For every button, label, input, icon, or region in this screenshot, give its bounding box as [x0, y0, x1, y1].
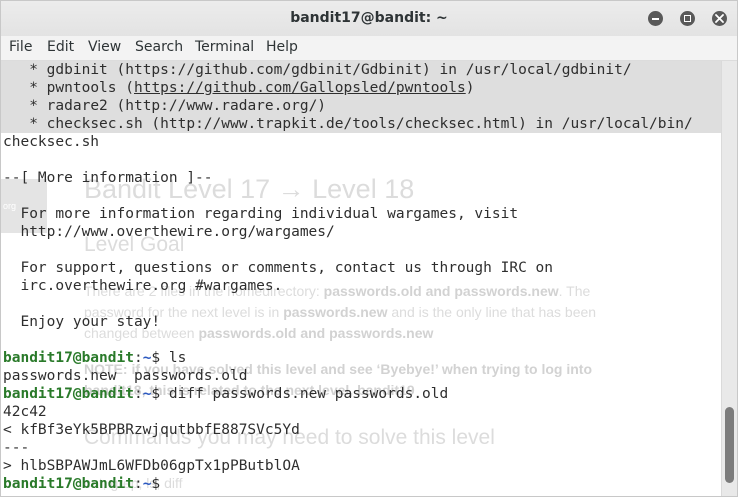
- list-item: * checksec.sh (http://www.trapkit.de/too…: [1, 115, 721, 133]
- list-item: * pwntools (https://github.com/Gallopsle…: [1, 79, 721, 97]
- menu-file[interactable]: File: [9, 36, 32, 58]
- ls-output: passwords.new passwords.old: [3, 368, 248, 384]
- prompt-line[interactable]: bandit17@bandit:~$: [3, 475, 721, 493]
- support-line: For support, questions or comments, cont…: [20, 260, 553, 276]
- terminal-area[interactable]: org Bandit Level 17 → Level 18 Level Goa…: [1, 61, 721, 496]
- more-info-header: --[ More information ]--: [3, 170, 213, 186]
- diff-removed: < kfBf3eYk5BPBRzwjqutbbfE887SVc5Yd: [3, 422, 300, 438]
- terminal-output: * gdbinit (https://github.com/gdbinit/Gd…: [1, 61, 721, 493]
- prompt-line: bandit17@bandit:~$ ls: [3, 350, 187, 366]
- diff-header: 42c42: [3, 404, 47, 420]
- menu-help[interactable]: Help: [266, 36, 298, 58]
- more-info-line: For more information regarding individua…: [20, 206, 519, 222]
- diff-separator: ---: [3, 440, 30, 456]
- enjoy-line: Enjoy your stay!: [20, 314, 161, 330]
- prompt-line: bandit17@bandit:~$ diff passwords.new pa…: [3, 386, 449, 402]
- close-icon: [715, 14, 724, 23]
- window-title: bandit17@bandit: ~: [290, 10, 448, 26]
- menu-edit[interactable]: Edit: [47, 36, 74, 58]
- maximize-button[interactable]: [680, 11, 695, 26]
- menu-view[interactable]: View: [88, 36, 121, 58]
- list-item: * radare2 (http://www.radare.org/): [1, 97, 721, 115]
- title-bar[interactable]: bandit17@bandit: ~: [1, 1, 737, 37]
- menu-search[interactable]: Search: [135, 36, 183, 58]
- command-text: diff passwords.new passwords.old: [168, 386, 449, 402]
- vertical-scrollbar[interactable]: [721, 61, 737, 496]
- list-item: * gdbinit (https://github.com/gdbinit/Gd…: [1, 61, 721, 79]
- pwntools-link[interactable]: https://github.com/Gallopsled/pwntools: [134, 80, 466, 96]
- diff-added: > hlbSBPAWJmL6WFDb06gpTx1pPButblOA: [3, 458, 300, 474]
- more-info-url: http://www.overthewire.org/wargames/: [20, 224, 335, 240]
- support-irc: irc.overthewire.org #wargames.: [20, 278, 283, 294]
- menu-terminal[interactable]: Terminal: [195, 36, 254, 58]
- command-text: ls: [168, 350, 187, 366]
- menu-bar: File Edit View Search Terminal Help: [1, 36, 737, 61]
- close-button[interactable]: [712, 11, 727, 26]
- terminal-window: bandit17@bandit: ~ File Edit View Search…: [0, 0, 738, 497]
- wrapped-line: checksec.sh: [3, 134, 100, 150]
- scrollbar-thumb[interactable]: [725, 407, 734, 483]
- minimize-button[interactable]: [648, 11, 663, 26]
